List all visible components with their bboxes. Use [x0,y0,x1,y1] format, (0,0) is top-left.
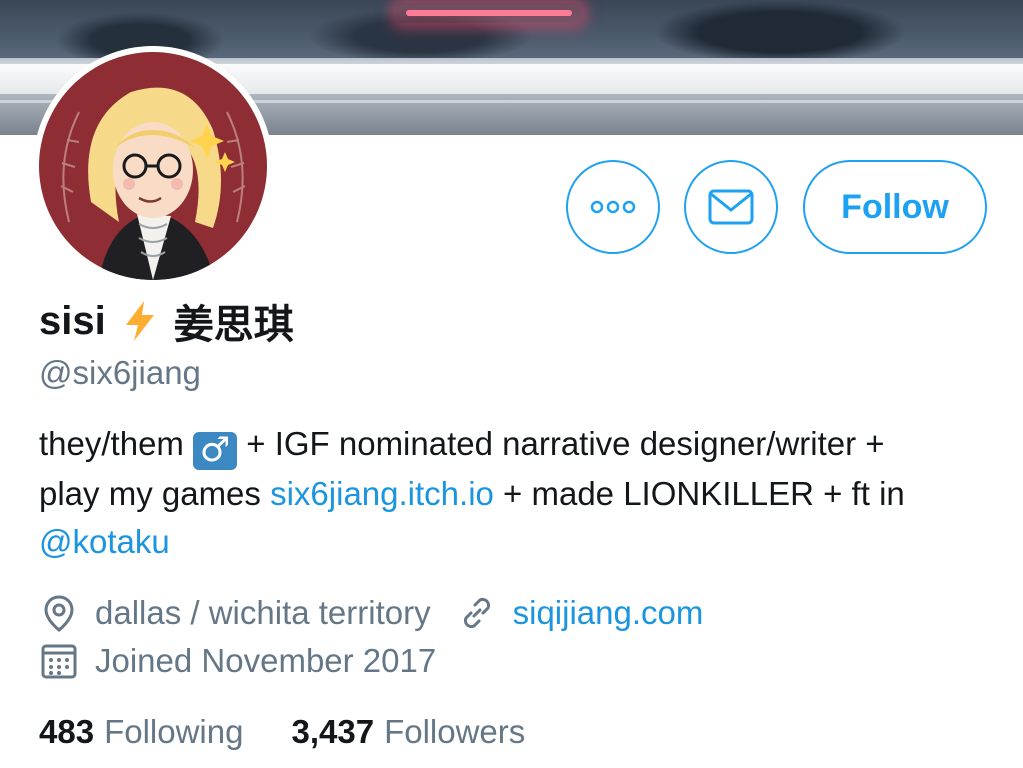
calendar-icon [41,644,77,679]
location-text: dallas / wichita territory [95,594,431,631]
display-name: sisi [39,298,106,343]
link-icon [463,597,490,629]
male-sign-icon: ♂ [193,432,238,470]
message-button[interactable] [684,160,778,254]
following-count: 483 [39,713,95,750]
banner-neon-sign [396,3,582,23]
following-stat[interactable]: 483 Following [39,713,243,751]
followers-stat[interactable]: 3,437 Followers [291,713,525,751]
bio-text-2: play my games [39,475,271,512]
follow-button[interactable]: Follow [803,160,987,254]
follow-button-label: Follow [841,187,949,226]
profile-bio: they/them ♂ + IGF nominated narrative de… [39,420,999,566]
more-horizontal-icon [590,200,636,214]
display-name-chinese: 姜思琪 [173,303,294,347]
profile-stats: 483 Following 3,437 Followers [39,710,525,754]
bio-mention-link[interactable]: @kotaku [39,523,170,560]
location-pin-icon [44,595,74,632]
lightning-bolt-icon [125,301,154,341]
profile-joined-row: Joined November 2017 [39,639,436,683]
website-link[interactable]: siqijiang.com [513,594,704,632]
bio-text-3: + made LIONKILLER + ft in [493,475,905,512]
more-button[interactable] [566,160,660,254]
avatar[interactable] [33,46,273,286]
following-label: Following [104,713,244,750]
display-name-row: sisi 姜思琪 [39,295,294,348]
bio-pronouns: they/them [39,425,184,462]
bio-itch-link[interactable]: six6jiang.itch.io [270,475,494,512]
envelope-icon [708,189,754,225]
joined-date-text: Joined November 2017 [95,642,437,679]
profile-handle: @six6jiang [39,354,201,391]
profile-meta-row: dallas / wichita territory siqijiang.com [39,591,703,635]
avatar-illustration [39,52,267,280]
bio-text-1: + IGF nominated narrative designer/write… [237,425,885,462]
followers-label: Followers [384,713,526,750]
followers-count: 3,437 [291,713,375,750]
